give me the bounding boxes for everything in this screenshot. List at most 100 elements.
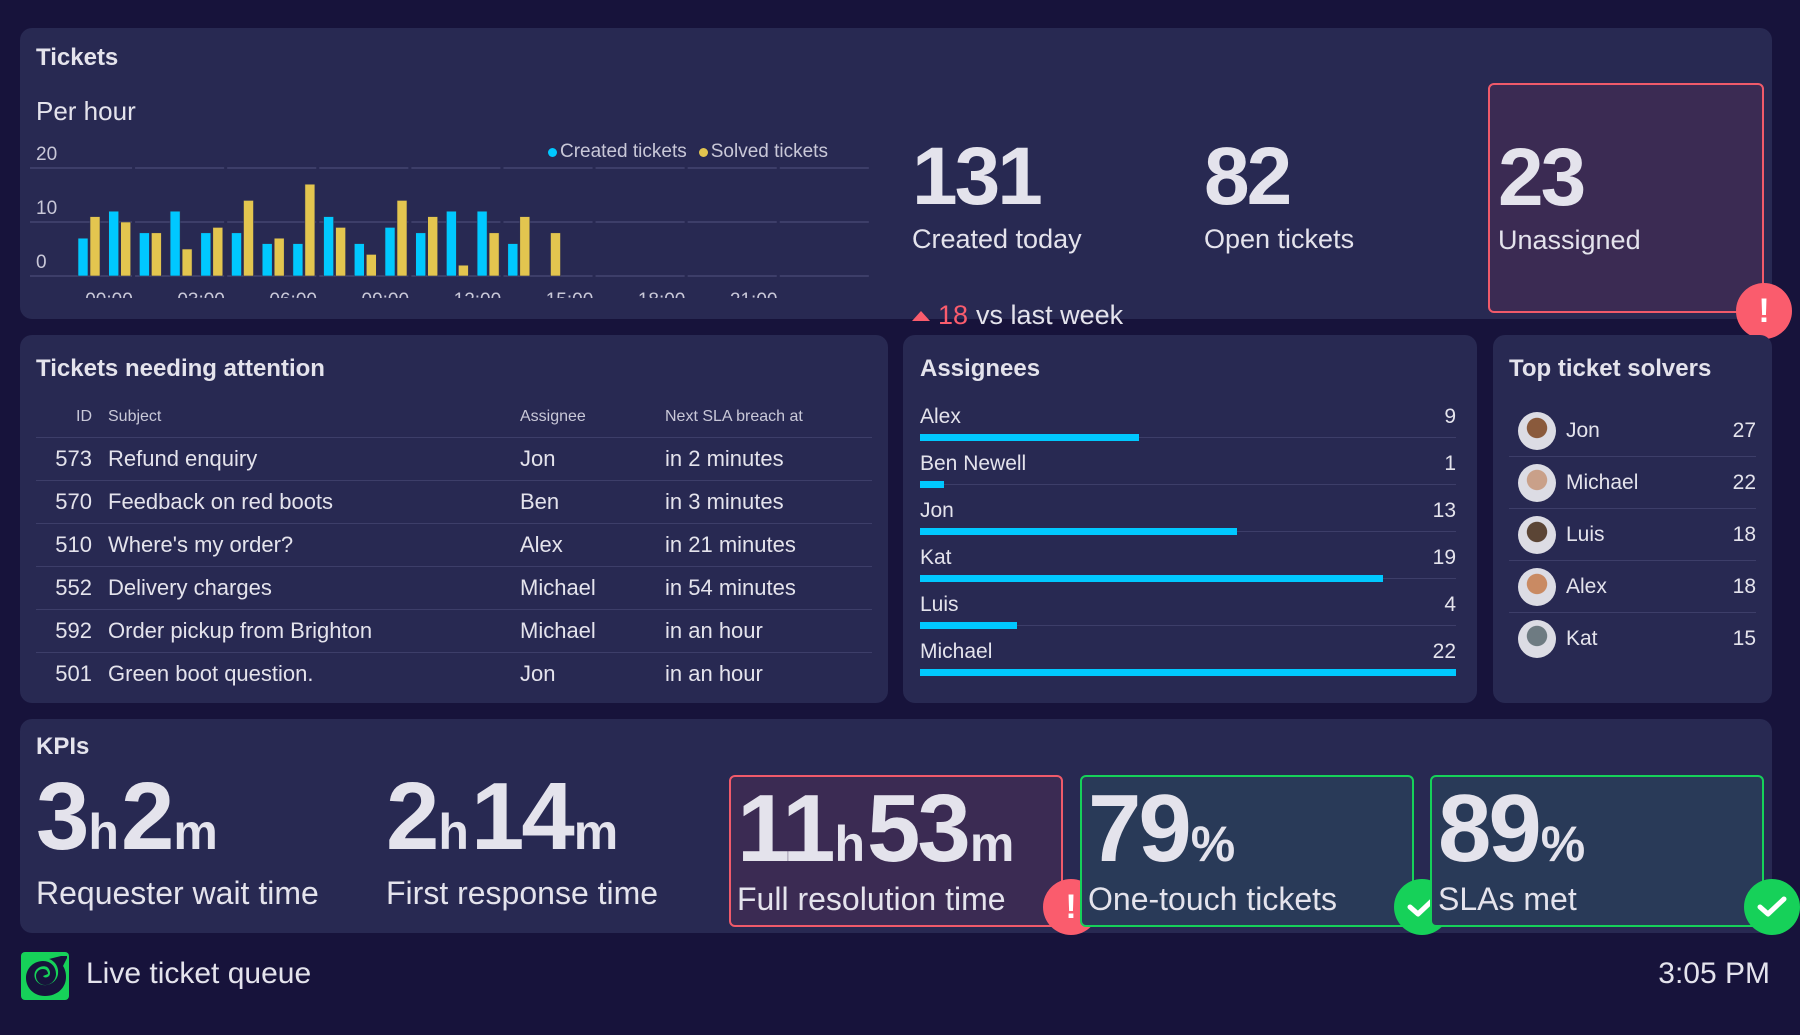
solver-name: Kat bbox=[1566, 627, 1598, 650]
kpi-full-label: Full resolution time bbox=[737, 881, 1006, 917]
assignee-name: Jon bbox=[920, 499, 954, 522]
legend-created: Created tickets bbox=[548, 141, 687, 163]
assignee-count: 13 bbox=[1432, 499, 1456, 522]
attention-row[interactable]: 510 Where's my order? Alex in 21 minutes bbox=[36, 523, 872, 567]
kpi-full-hours: 11 bbox=[737, 775, 835, 882]
kpi-first-m-unit: m bbox=[573, 804, 619, 860]
avatar-michael bbox=[1518, 463, 1556, 502]
ticket-assignee: Michael bbox=[520, 566, 665, 610]
solver-count: 27 bbox=[1732, 418, 1756, 442]
solved-bar bbox=[243, 200, 254, 277]
kpi-wait-m-unit: m bbox=[173, 804, 218, 860]
assignee-bar-fill bbox=[920, 434, 1140, 441]
unassigned-value: 23 bbox=[1498, 132, 1586, 223]
assignee-count: 19 bbox=[1432, 546, 1456, 569]
kpi-wait-minutes: 2 bbox=[120, 763, 174, 870]
kpi-first-label: First response time bbox=[386, 875, 659, 911]
kpi-requester-wait: 3h2m Requester wait time bbox=[36, 769, 319, 912]
solvers-title: Top ticket solvers bbox=[1509, 355, 1712, 382]
solvers-list: Jon 27 Michael 22 Luis 18 Alex 18 Kat 15 bbox=[1509, 405, 1756, 665]
kpi-one-touch: 79% One-touch tickets bbox=[1080, 775, 1414, 927]
kpi-full-m-unit: m bbox=[969, 816, 1015, 872]
attention-row[interactable]: 592 Order pickup from Brighton Michael in a… bbox=[36, 609, 872, 653]
x-tick-label: 12:00 bbox=[454, 290, 502, 298]
assignee-row: Jon 13 bbox=[920, 499, 1456, 546]
solved-bar bbox=[488, 232, 500, 277]
chart-legend: Created tickets Solved tickets bbox=[548, 141, 828, 163]
ticket-id: 573 bbox=[36, 437, 108, 481]
trend-up-arrow-icon bbox=[912, 310, 930, 321]
ticket-subject: Green boot question. bbox=[108, 660, 314, 686]
assignee-row: Luis 4 bbox=[920, 593, 1456, 640]
attention-card: Tickets needing attention ID Subject Ass… bbox=[20, 335, 888, 703]
ticket-id: 552 bbox=[36, 566, 108, 610]
kpi-slas-met: 89% SLAs met bbox=[1430, 775, 1764, 927]
col-header-sla: Next SLA breach at bbox=[665, 397, 872, 438]
created-today-value: 131 bbox=[912, 131, 1043, 222]
y-tick-label: 0 bbox=[36, 252, 47, 273]
assignee-bar-fill bbox=[920, 575, 1383, 582]
kpi-first-response: 2h14m First response time bbox=[386, 769, 658, 912]
assignee-name: Ben Newell bbox=[920, 452, 1027, 475]
solver-count: 22 bbox=[1732, 470, 1756, 494]
solved-bar bbox=[458, 264, 469, 277]
avatar-kat bbox=[1518, 620, 1556, 658]
created-bar bbox=[476, 210, 488, 277]
ticket-id: 510 bbox=[36, 523, 108, 567]
stat-open-tickets: 82 Open tickets bbox=[1204, 136, 1354, 255]
kpi-onetouch-value: 79% bbox=[1088, 781, 1237, 877]
trend-label: vs last week bbox=[976, 300, 1124, 330]
avatar-alex bbox=[1518, 567, 1556, 606]
kpi-sla-label: SLAs met bbox=[1438, 881, 1577, 917]
solved-bar bbox=[396, 200, 408, 277]
assignees-card: Assignees Alex 9 Ben Newell 1 Jon 13 Kat 19 Luis… bbox=[903, 335, 1477, 703]
x-tick-label: 15:00 bbox=[546, 290, 594, 298]
ticket-sla: in an hour bbox=[665, 609, 872, 653]
solved-bar bbox=[89, 216, 101, 277]
solved-bar bbox=[335, 227, 346, 277]
created-bar bbox=[353, 243, 365, 277]
ticket-sla: in 54 minutes bbox=[665, 566, 872, 610]
kpi-card: KPIs 3h2m Requester wait time 2h14m Firs… bbox=[20, 719, 1800, 935]
attention-row[interactable]: 501 Green boot question. Jon in an hour bbox=[36, 652, 872, 695]
ticket-sla: in 2 minutes bbox=[665, 437, 872, 481]
attention-row[interactable]: 552 Delivery charges Michael in 54 minutes bbox=[36, 566, 872, 610]
kpi-first-h-unit: h bbox=[438, 804, 469, 860]
attention-row[interactable]: 570 Feedback on red boots Ben in 3 minutes bbox=[36, 480, 872, 524]
y-tick-label: 10 bbox=[36, 198, 57, 219]
ticket-subject: Refund enquiry bbox=[108, 437, 520, 481]
assignee-name: Alex bbox=[920, 405, 961, 428]
kpi-full-minutes: 53 bbox=[867, 775, 971, 882]
stat-created-today: 131 Created today bbox=[912, 136, 1082, 255]
solver-count: 18 bbox=[1732, 574, 1756, 598]
legend-solved-label: Solved tickets bbox=[710, 141, 828, 162]
created-bar bbox=[292, 243, 304, 277]
unassigned-label: Unassigned bbox=[1498, 225, 1641, 255]
solved-bar bbox=[181, 248, 193, 277]
assignee-bar-fill bbox=[920, 622, 1018, 629]
footer-title: Live ticket queue bbox=[86, 957, 312, 990]
legend-solved: Solved tickets bbox=[698, 141, 828, 163]
ticket-subject: Where's my order? bbox=[108, 523, 520, 567]
legend-solved-dot-icon bbox=[698, 147, 708, 157]
x-tick-label: 06:00 bbox=[269, 290, 317, 298]
footer-clock: 3:05 PM bbox=[1658, 957, 1770, 990]
ticket-subject: Order pickup from Brighton bbox=[108, 609, 520, 653]
solver-row: Michael 22 bbox=[1509, 457, 1756, 509]
kpi-first-value: 2h14m bbox=[386, 769, 658, 865]
solved-bar bbox=[212, 227, 224, 277]
solver-count: 18 bbox=[1732, 522, 1756, 546]
ticket-subject: Delivery charges bbox=[108, 566, 520, 610]
ticket-assignee: Jon bbox=[520, 437, 665, 481]
created-bar bbox=[415, 232, 427, 277]
ticket-sla: in 3 minutes bbox=[665, 480, 872, 524]
kpi-sla-check-icon bbox=[1744, 879, 1800, 935]
ticket-sla: in an hour bbox=[665, 660, 763, 686]
solver-name: Luis bbox=[1566, 522, 1605, 546]
solver-row: Luis 18 bbox=[1509, 509, 1756, 561]
x-tick-label: 03:00 bbox=[177, 290, 225, 298]
open-tickets-value: 82 bbox=[1204, 131, 1292, 222]
created-bar bbox=[77, 237, 89, 277]
attention-row[interactable]: 573 Refund enquiry Jon in 2 minutes bbox=[36, 437, 872, 481]
solver-row: Jon 27 bbox=[1509, 405, 1756, 457]
